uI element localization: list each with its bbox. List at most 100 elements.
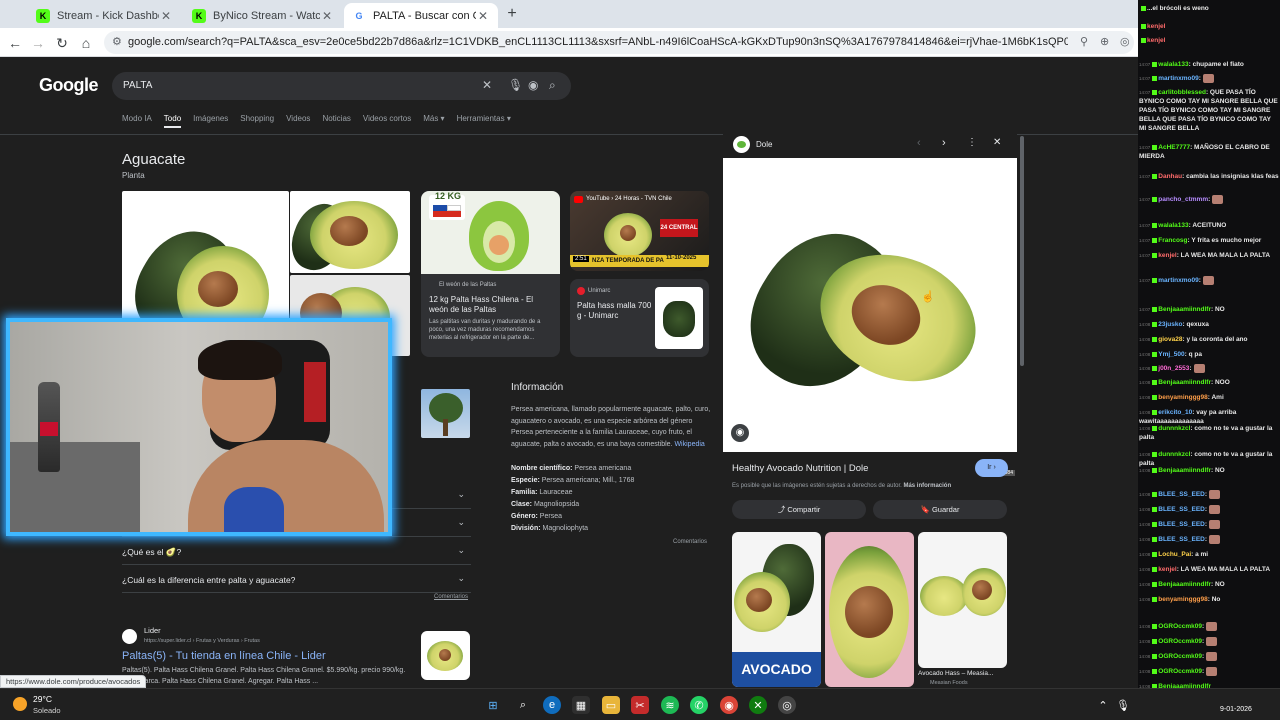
search-icon[interactable]: ⌕ [549, 78, 556, 93]
chat-username[interactable]: BLEE_SS_EED [1158, 521, 1205, 528]
tab-google-search[interactable]: G PALTA - Buscar con Google ✕ [344, 3, 498, 28]
viewer-caption[interactable]: Healthy Avocado Nutrition | Dole [732, 463, 868, 474]
save-button[interactable]: 🔖 Guardar [873, 500, 1007, 519]
clock-date[interactable]: 9-01-2026 [1220, 706, 1252, 713]
lens-icon[interactable]: ◉ [528, 78, 538, 92]
faq-row[interactable]: ¿Cuál es la diferencia entre palta y agu… [122, 567, 471, 593]
edge-icon[interactable]: e [543, 696, 561, 714]
filter-herramientas[interactable]: Herramientas ▾ [457, 114, 511, 128]
microphone-icon[interactable]: 🎙 [1114, 696, 1132, 714]
result-breadcrumb[interactable]: https://super.lider.cl › Frutas y Verdur… [144, 638, 260, 644]
result-card-unimarc[interactable]: Unimarc Palta hass malla 700 g - Unimarc [570, 279, 709, 357]
weather-temperature[interactable]: 29°C [33, 694, 52, 704]
chat-username[interactable]: erikcito_10 [1158, 409, 1192, 416]
viewer-scrollbar[interactable] [1020, 136, 1024, 366]
filter-mas[interactable]: Más ▾ [423, 114, 444, 128]
zoom-icon[interactable]: ⊕ [1100, 35, 1109, 48]
chat-username[interactable]: kenjel [1158, 566, 1176, 573]
tab-bynico-stream[interactable]: K ByNico Stream - Watch Live on ✕ [184, 3, 342, 28]
home-icon[interactable]: ⌂ [77, 34, 95, 52]
chat-username[interactable]: walala133 [1158, 222, 1188, 229]
prev-icon[interactable]: ‹ [917, 137, 921, 149]
google-logo[interactable]: Google [39, 75, 99, 96]
spotify-icon[interactable]: ≋ [661, 696, 679, 714]
chat-username[interactable]: OGROccmk09 [1158, 653, 1202, 660]
whatsapp-icon[interactable]: ✆ [690, 696, 708, 714]
lens-icon[interactable]: ◉ [731, 424, 749, 442]
forward-icon[interactable]: → [29, 34, 47, 52]
filter-videos-cortos[interactable]: Videos cortos [363, 114, 411, 128]
chrome-icon[interactable]: ◉ [720, 696, 738, 714]
search-icon[interactable]: ⌕ [514, 696, 532, 714]
chat-username[interactable]: martinxmo09 [1158, 75, 1198, 82]
result-site-name[interactable]: Lider [144, 626, 161, 635]
new-tab-button[interactable]: + [503, 5, 521, 23]
share-button[interactable]: ⤴ Compartir [732, 500, 866, 519]
related-thumb-1[interactable]: AVOCADO [732, 532, 821, 687]
chat-username[interactable]: dunnnkzcl [1158, 451, 1190, 458]
chat-username[interactable]: martinxmo09 [1158, 277, 1198, 284]
thumb-caption[interactable]: Avocado Hass – Measia... [918, 670, 993, 677]
chat-username[interactable]: Benjaaamiinndlfr [1158, 379, 1211, 386]
wikipedia-link[interactable]: Wikipedia [674, 441, 704, 448]
more-info-link[interactable]: Más información [903, 483, 951, 489]
next-icon[interactable]: › [942, 137, 946, 149]
address-bar[interactable]: ⚙ google.com/search?q=PALTA&sca_esv=2e0c… [104, 31, 1134, 54]
chevron-up-icon[interactable]: ⌃ [1094, 696, 1112, 714]
eye-off-icon[interactable]: ◎ [1120, 35, 1130, 48]
clear-icon[interactable]: ✕ [482, 78, 492, 92]
result-card-video[interactable]: 24 CENTRAL NZA TEMPORADA DE PA YouTube ›… [570, 191, 709, 271]
xbox-icon[interactable]: ✕ [749, 696, 767, 714]
snipping-tool-icon[interactable]: ✂ [631, 696, 649, 714]
close-icon[interactable]: ✕ [476, 9, 490, 23]
chat-username[interactable]: AcHE7777 [1158, 144, 1190, 151]
filter-imagenes[interactable]: Imágenes [193, 114, 228, 128]
chat-username[interactable]: giova28 [1158, 336, 1182, 343]
store-icon[interactable]: ▦ [572, 696, 590, 714]
chat-username[interactable]: Lochu_Pai [1158, 551, 1191, 558]
site-info-icon[interactable]: ⚙ [112, 35, 122, 48]
chat-username[interactable]: Danhau [1158, 173, 1182, 180]
file-explorer-icon[interactable]: ▭ [602, 696, 620, 714]
faq-comments-link[interactable]: Comentarios [434, 594, 468, 600]
viewer-source[interactable]: Dole [756, 140, 772, 149]
chat-username[interactable]: Benjaaamiinndlfr [1158, 306, 1211, 313]
related-thumb-3[interactable] [918, 532, 1007, 668]
filter-noticias[interactable]: Noticias [322, 114, 350, 128]
filter-shopping[interactable]: Shopping [240, 114, 274, 128]
windows-start-icon[interactable]: ⊞ [484, 696, 502, 714]
avocado-photo-2[interactable] [290, 191, 410, 273]
chat-username[interactable]: kenjel [1147, 23, 1165, 30]
chat-username[interactable]: Ymj_500 [1158, 351, 1184, 358]
chat-username[interactable]: carlitobblessed [1158, 89, 1206, 96]
chat-username[interactable]: Benjaaamiinndlfr [1158, 467, 1211, 474]
go-button[interactable]: Ir › [975, 459, 1008, 477]
chat-username[interactable]: OGROccmk09 [1158, 668, 1202, 675]
close-icon[interactable]: ✕ [320, 9, 334, 23]
faq-row[interactable]: ¿Qué es el 🥑? ⌄ [122, 539, 471, 565]
chat-username[interactable]: OGROccmk09 [1158, 638, 1202, 645]
obs-icon[interactable]: ◎ [778, 696, 796, 714]
chat-username[interactable]: benyaminggg98 [1158, 394, 1207, 401]
location-icon[interactable]: ⚲ [1080, 35, 1088, 48]
info-comments-link[interactable]: Comentarios [673, 539, 707, 545]
chat-username[interactable]: j00n_2553 [1158, 365, 1189, 372]
search-input[interactable]: PALTA ✕ 🎙 ◉ ⌕ [112, 72, 571, 100]
chat-username[interactable]: OGROccmk09 [1158, 623, 1202, 630]
viewer-main-image[interactable]: ◉ 884 × 884 ☝ [723, 158, 1017, 476]
microphone-icon[interactable]: 🎙 [508, 78, 523, 92]
related-thumb-2[interactable] [825, 532, 914, 687]
tree-image[interactable] [421, 389, 470, 438]
chat-username[interactable]: kenjel [1158, 252, 1176, 259]
result-title-link[interactable]: Paltas(5) - Tu tienda en línea Chile - L… [122, 650, 326, 662]
chat-username[interactable]: BLEE_SS_EED [1158, 491, 1205, 498]
chat-username[interactable]: BLEE_SS_EED [1158, 536, 1205, 543]
close-icon[interactable]: ✕ [993, 137, 1001, 148]
reload-icon[interactable]: ↻ [53, 34, 71, 52]
filter-modo-ia[interactable]: Modo IA [122, 114, 152, 128]
result-thumbnail[interactable] [421, 631, 470, 680]
chat-username[interactable]: benyaminggg98 [1158, 596, 1207, 603]
back-icon[interactable]: ← [6, 34, 24, 52]
chat-username[interactable]: dunnnkzcl [1158, 425, 1190, 432]
chat-username[interactable]: BLEE_SS_EED [1158, 506, 1205, 513]
